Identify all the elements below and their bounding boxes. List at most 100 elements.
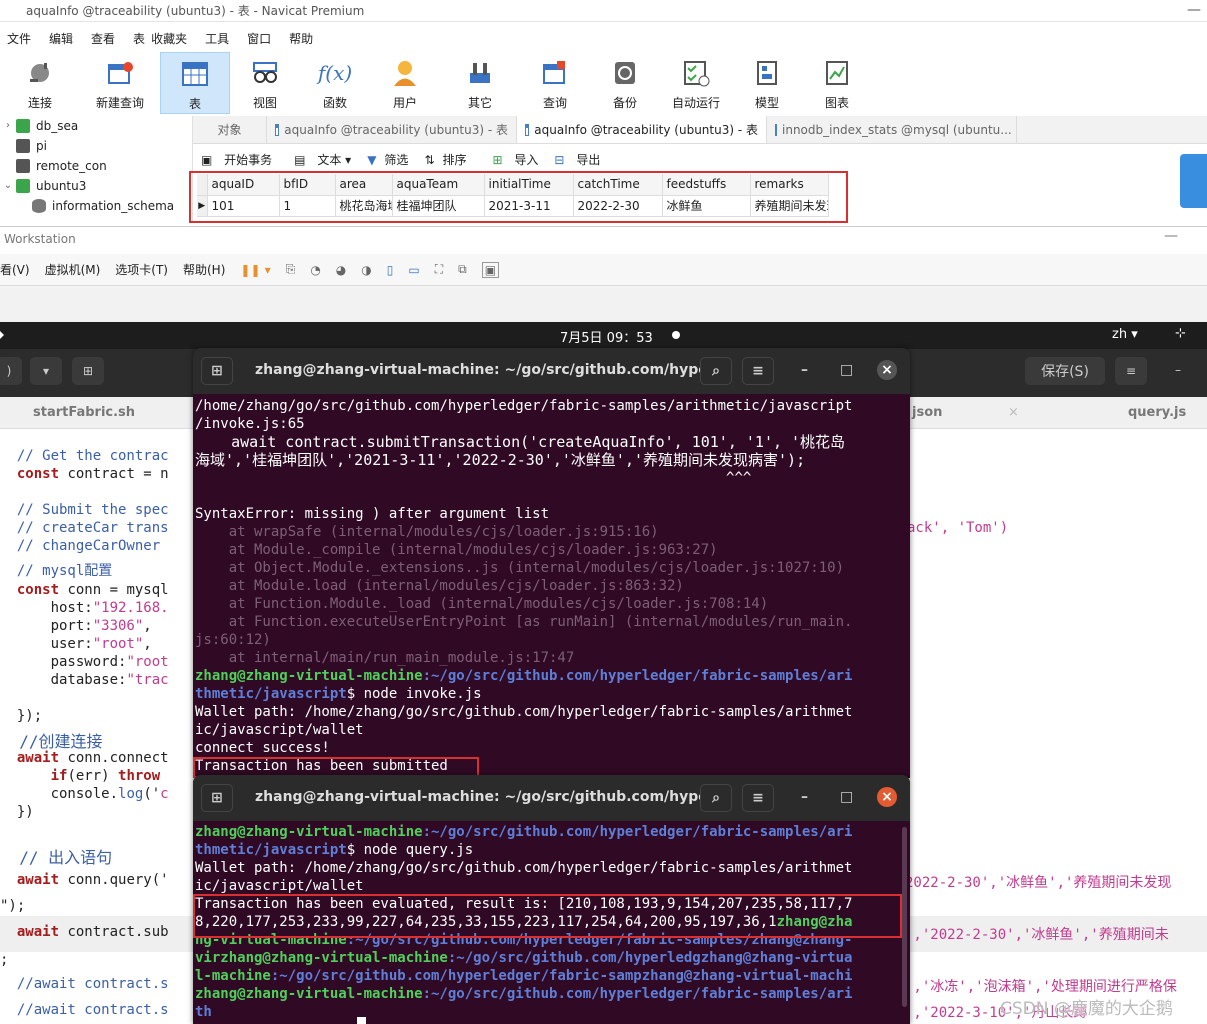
output-line: Wallet path: /home/zhang/go/src/github.c… <box>195 704 853 720</box>
terminal-window-1[interactable]: ⊞ zhang@zhang-virtual-machine: ~/go/src/… <box>193 348 910 778</box>
tab-query-js[interactable]: query.js <box>1128 405 1186 420</box>
begin-transaction-button[interactable]: ▣ 开始事务 <box>201 151 272 168</box>
backup-button[interactable]: 备份 <box>590 52 660 114</box>
minimize-icon[interactable]: — <box>1187 2 1201 18</box>
prompt-path: :~/go/src/github.com/hyperledger/fabric-… <box>422 668 853 684</box>
tree-item-ubuntu3[interactable]: ⌄ ubuntu3 <box>0 176 192 196</box>
search-icon[interactable]: ⌕ <box>700 784 732 812</box>
code-line: // changeCarOwner <box>0 538 161 554</box>
minimize-icon[interactable]: – <box>801 789 808 805</box>
maximize-icon[interactable]: □ <box>840 789 853 805</box>
output-line: at Function.executeUserEntryPoint [as ru… <box>195 614 853 630</box>
hamburger-menu-icon[interactable]: ≡ <box>742 357 774 385</box>
open-button[interactable]: ) <box>0 357 22 385</box>
import-button[interactable]: ⊞ 导入 <box>485 151 539 168</box>
tab-json[interactable]: json <box>912 405 942 420</box>
code-line: //await contract.s <box>0 976 169 992</box>
input-method[interactable]: zh ▾ <box>1112 327 1138 342</box>
close-icon[interactable]: × <box>877 787 897 807</box>
label: 筛选 <box>384 152 409 167</box>
send-ctrl-alt-del-icon[interactable]: ⎘ <box>286 262 296 277</box>
tab-innodb-index-stats[interactable]: innodb_index_stats @mysql (ubuntu... <box>767 116 1017 143</box>
close-tab-icon[interactable]: × <box>1008 405 1019 420</box>
menu-view[interactable]: 看(V) <box>0 261 30 278</box>
minimize-icon[interactable]: – <box>1175 363 1181 377</box>
export-button[interactable]: ⊟ 导出 <box>546 151 600 168</box>
tab-startfabric[interactable]: startFabric.sh <box>33 405 135 420</box>
sidebar-toggle-icon[interactable]: ▯ <box>387 263 394 277</box>
menu-vm[interactable]: 虚拟机(M) <box>45 261 101 278</box>
chart-button[interactable]: 图表 <box>802 52 872 114</box>
model-button[interactable]: 模型 <box>732 52 802 114</box>
menu-help[interactable]: 帮助(H) <box>183 261 225 278</box>
minimize-icon[interactable]: — <box>1164 228 1178 244</box>
user-icon <box>390 58 420 88</box>
terminal-output: /home/zhang/go/src/github.com/hyperledge… <box>193 394 910 778</box>
connect-button[interactable]: 连接 <box>0 52 80 114</box>
menu-help[interactable]: 帮助 <box>289 28 313 50</box>
menu-tabs[interactable]: 选项卡(T) <box>115 261 168 278</box>
search-icon[interactable]: ⌕ <box>700 357 732 385</box>
hamburger-menu-icon[interactable]: ≡ <box>1115 357 1147 385</box>
stretch-icon[interactable]: ▣ <box>481 261 500 278</box>
navicat-menu: 文件 编辑 查看 表 收藏夹 工具 窗口 帮助 <box>0 28 324 50</box>
navicat-toolbar: 连接 新建查询 表 视图 f(x) 函数 用户 其它 查询 备份 自动运行 模型 <box>0 52 1207 114</box>
tree-item-db-sea[interactable]: › db_sea <box>0 116 192 136</box>
scrollbar[interactable] <box>902 827 907 1007</box>
tree-item-information-schema[interactable]: information_schema <box>0 196 192 216</box>
keyword: const <box>0 582 60 598</box>
new-tab-icon[interactable]: ⊞ <box>72 357 104 385</box>
new-query-button[interactable]: 新建查询 <box>80 52 160 114</box>
maximize-icon[interactable]: □ <box>840 362 853 378</box>
tree-item-pi[interactable]: pi <box>0 136 192 156</box>
menu-view[interactable]: 查看 <box>91 28 115 50</box>
new-tab-icon[interactable]: ⊞ <box>201 357 233 385</box>
text-button[interactable]: ▤ 文本 ▾ <box>294 151 351 168</box>
table-icon <box>275 123 280 136</box>
side-table-icon[interactable] <box>1180 154 1207 208</box>
lang-label: zh <box>1112 327 1128 342</box>
menu-tools[interactable]: 工具 <box>205 28 229 50</box>
minimize-icon[interactable]: – <box>801 362 808 378</box>
prompt-path: :~/go/src/github.com/hyperledger/fabric-… <box>270 968 853 984</box>
tab-objects[interactable]: 对象 <box>193 116 267 143</box>
filter-button[interactable]: ▼ 筛选 <box>359 151 408 168</box>
snapshot-icon[interactable]: ◔ <box>310 263 320 277</box>
other-button[interactable]: 其它 <box>440 52 520 114</box>
pause-icon[interactable]: ❚❚ ▾ <box>240 263 270 277</box>
console-view-icon[interactable]: ▭ <box>408 263 419 277</box>
new-tab-icon[interactable]: ⊞ <box>201 784 233 812</box>
query-button[interactable]: 查询 <box>520 52 590 114</box>
menu-window[interactable]: 窗口 <box>247 28 271 50</box>
function-button[interactable]: f(x) 函数 <box>300 52 370 114</box>
snapshot-manager-icon[interactable]: ◑ <box>361 263 371 277</box>
view-label: 视图 <box>252 96 277 110</box>
table-button[interactable]: 表 <box>160 52 230 114</box>
tree-item-remote-con[interactable]: remote_con <box>0 156 192 176</box>
open-menu-button[interactable]: ▾ <box>30 357 62 385</box>
close-icon[interactable]: × <box>877 360 897 380</box>
revert-snapshot-icon[interactable]: ◕ <box>336 263 346 277</box>
clock[interactable]: 7月5日 09：53 <box>560 327 653 346</box>
tab-aquainfo-1[interactable]: aquaInfo @traceability (ubuntu3) - 表 <box>267 116 517 143</box>
fullscreen-icon[interactable]: ⛶ <box>435 262 443 277</box>
other-label: 其它 <box>467 96 492 110</box>
checklist-icon <box>681 58 711 88</box>
activities-icon[interactable] <box>0 331 8 339</box>
output-line: 海域','桂福坤团队','2021-3-11','2022-2-30','冰鲜鱼… <box>195 451 806 469</box>
menu-edit[interactable]: 编辑 <box>49 28 73 50</box>
view-button[interactable]: 视图 <box>230 52 300 114</box>
user-button[interactable]: 用户 <box>370 52 440 114</box>
menu-file[interactable]: 文件 <box>7 28 31 50</box>
automation-button[interactable]: 自动运行 <box>660 52 732 114</box>
menu-favorites[interactable]: 收藏夹 <box>151 28 187 50</box>
tab-aquainfo-2[interactable]: aquaInfo @traceability (ubuntu3) - 表 <box>517 116 767 143</box>
network-icon[interactable]: ⊹ <box>1175 326 1186 341</box>
sort-icon: ⇅ <box>424 152 435 167</box>
save-button[interactable]: 保存(S) <box>1025 357 1105 385</box>
import-icon: ⊞ <box>492 152 503 167</box>
menu-table[interactable]: 表 <box>133 28 145 50</box>
hamburger-menu-icon[interactable]: ≡ <box>742 784 774 812</box>
unity-icon[interactable]: ⧉ <box>458 262 467 277</box>
sort-button[interactable]: ⇅ 排序 <box>416 151 466 168</box>
